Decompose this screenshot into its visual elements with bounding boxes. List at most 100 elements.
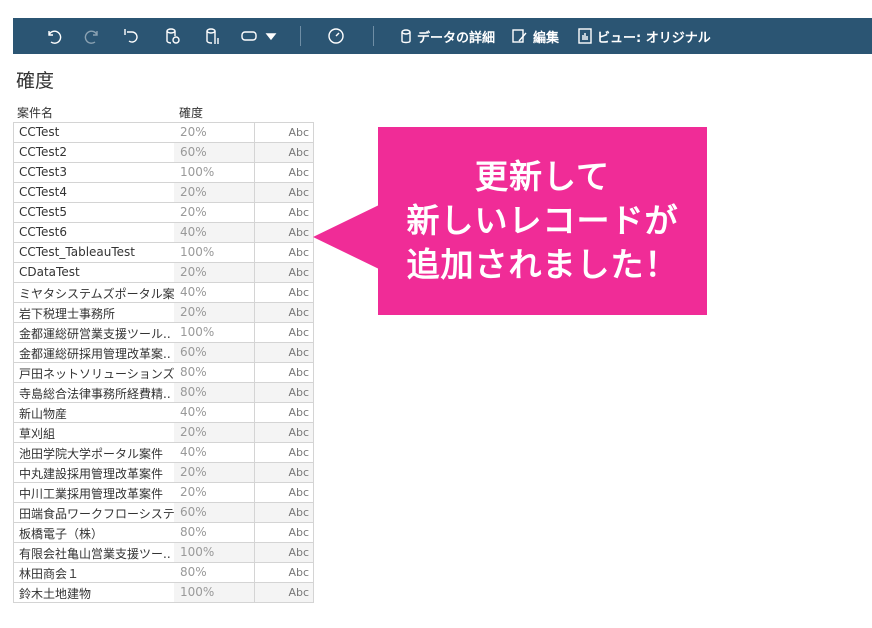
table-row[interactable]: 池田学院大学ポータル案件 40% Abc <box>14 443 314 463</box>
table-row[interactable]: 戸田ネットソリューションズ 80% Abc <box>14 363 314 383</box>
cell-name: 草刈組 <box>19 427 56 441</box>
table-row[interactable]: 中川工業採用管理改革案件 20% Abc <box>14 483 314 503</box>
table-row[interactable]: CCTest3 100% Abc <box>14 163 314 183</box>
table-row[interactable]: CCTest 20% Abc <box>14 122 314 143</box>
cell-name: 中川工業採用管理改革案件 <box>19 487 164 501</box>
divider <box>373 26 374 46</box>
redo-button[interactable] <box>83 18 103 54</box>
swap-button[interactable] <box>239 18 277 54</box>
cell-probability: 60% <box>174 143 254 162</box>
table-row[interactable]: ミヤタシステムズポータル案 40% Abc <box>14 283 314 303</box>
cell-name: 板橋電子（株） <box>19 527 104 541</box>
column-header-name[interactable]: 案件名 <box>17 104 53 121</box>
table-row[interactable]: 鈴木土地建物 100% Abc <box>14 583 314 603</box>
database-pause-icon <box>206 28 219 44</box>
data-table: CCTest 20% Abc CCTest2 60% Abc CCTest3 100% Abc C… <box>13 122 314 603</box>
edit-button[interactable]: 編集 <box>511 18 559 54</box>
cell-probability: 20% <box>180 485 207 499</box>
cell-abc: Abc <box>254 443 314 462</box>
edit-icon <box>512 29 527 43</box>
refresh-data-button[interactable] <box>163 18 183 54</box>
divider <box>300 26 301 46</box>
table-row[interactable]: 岩下税理士事務所 20% Abc <box>14 303 314 323</box>
cell-name: 有限会社亀山営業支援ツー.. <box>19 547 171 561</box>
cell-probability: 80% <box>180 565 207 579</box>
revert-button[interactable] <box>121 18 141 54</box>
cell-probability: 40% <box>180 405 207 419</box>
cell-abc: Abc <box>254 183 314 202</box>
cell-probability: 20% <box>174 423 254 442</box>
cell-name: 金都運総研採用管理改革案.. <box>19 347 171 361</box>
cell-abc: Abc <box>254 243 314 262</box>
table-row[interactable]: 中丸建設採用管理改革案件 20% Abc <box>14 463 314 483</box>
cell-abc: Abc <box>254 403 314 422</box>
sheet-title: 確度 <box>16 70 55 92</box>
table-row[interactable]: 寺島総合法律事務所経費精.. 80% Abc <box>14 383 314 403</box>
chart-icon <box>578 28 592 44</box>
table-row[interactable]: CCTest6 40% Abc <box>14 223 314 243</box>
cell-probability: 60% <box>174 503 254 522</box>
toolbar: データの詳細 編集 ビュー: オリジナル <box>13 18 872 54</box>
cell-probability: 100% <box>174 543 254 562</box>
cell-name: CCTest3 <box>19 165 68 179</box>
cell-name: CCTest5 <box>19 205 68 219</box>
cell-abc: Abc <box>254 363 314 382</box>
database-icon <box>401 29 411 44</box>
cell-probability: 80% <box>174 383 254 402</box>
cell-name: 田端食品ワークフローシステ <box>19 507 174 521</box>
table-row[interactable]: 金都運総研採用管理改革案.. 60% Abc <box>14 343 314 363</box>
table-row[interactable]: CCTest5 20% Abc <box>14 203 314 223</box>
cell-abc: Abc <box>254 463 314 482</box>
column-header-probability[interactable]: 確度 <box>179 104 203 121</box>
table-row[interactable]: 有限会社亀山営業支援ツー.. 100% Abc <box>14 543 314 563</box>
cell-abc: Abc <box>254 523 314 542</box>
performance-button[interactable] <box>326 18 346 54</box>
database-refresh-icon <box>166 28 180 44</box>
table-row[interactable]: 林田商会１ 80% Abc <box>14 563 314 583</box>
cell-name: CCTest4 <box>19 185 68 199</box>
cell-name: 寺島総合法律事務所経費精.. <box>19 387 171 401</box>
cell-name: CCTest <box>19 125 60 139</box>
table-row[interactable]: 田端食品ワークフローシステ 60% Abc <box>14 503 314 523</box>
data-detail-label: データの詳細 <box>417 30 496 46</box>
undo-button[interactable] <box>43 18 63 54</box>
callout-line: 追加されました！ <box>406 245 679 284</box>
cell-name: 池田学院大学ポータル案件 <box>19 447 164 461</box>
cell-abc: Abc <box>254 563 314 582</box>
cell-probability: 20% <box>174 263 254 282</box>
table-row[interactable]: CCTest_TableauTest 100% Abc <box>14 243 314 263</box>
table-row[interactable]: 草刈組 20% Abc <box>14 423 314 443</box>
cell-abc: Abc <box>254 263 314 282</box>
cell-abc: Abc <box>254 503 314 522</box>
view-button[interactable]: ビュー: オリジナル <box>577 18 711 54</box>
edit-label: 編集 <box>533 30 560 46</box>
cell-name: CCTest6 <box>19 225 68 239</box>
callout: 更新して 新しいレコードが 追加されました！ <box>378 127 707 315</box>
revert-icon <box>124 29 138 43</box>
loop-icon <box>241 31 257 41</box>
cell-probability: 20% <box>180 125 207 139</box>
cell-probability: 100% <box>180 165 215 179</box>
cell-abc: Abc <box>254 163 314 182</box>
cell-probability: 100% <box>180 245 215 259</box>
cell-name: 新山物産 <box>19 407 68 421</box>
cell-probability: 40% <box>180 285 207 299</box>
view-label: ビュー: オリジナル <box>597 30 711 46</box>
cell-name: CCTest2 <box>19 145 68 159</box>
table-row[interactable]: 金都運総研営業支援ツール.. 100% Abc <box>14 323 314 343</box>
cell-probability: 20% <box>174 303 254 322</box>
table-row[interactable]: CCTest2 60% Abc <box>14 143 314 163</box>
table-row[interactable]: 板橋電子（株） 80% Abc <box>14 523 314 543</box>
cell-abc: Abc <box>254 283 314 302</box>
table-row[interactable]: CDataTest 20% Abc <box>14 263 314 283</box>
callout-pointer <box>313 205 379 269</box>
data-detail-button[interactable]: データの詳細 <box>399 18 495 54</box>
stopwatch-icon <box>328 28 344 44</box>
table-row[interactable]: CCTest4 20% Abc <box>14 183 314 203</box>
cell-abc: Abc <box>254 203 314 222</box>
table-row[interactable]: 新山物産 40% Abc <box>14 403 314 423</box>
pause-updates-button[interactable] <box>203 18 223 54</box>
undo-icon <box>48 30 62 44</box>
cell-name: ミヤタシステムズポータル案 <box>19 287 174 301</box>
cell-abc: Abc <box>254 223 314 242</box>
